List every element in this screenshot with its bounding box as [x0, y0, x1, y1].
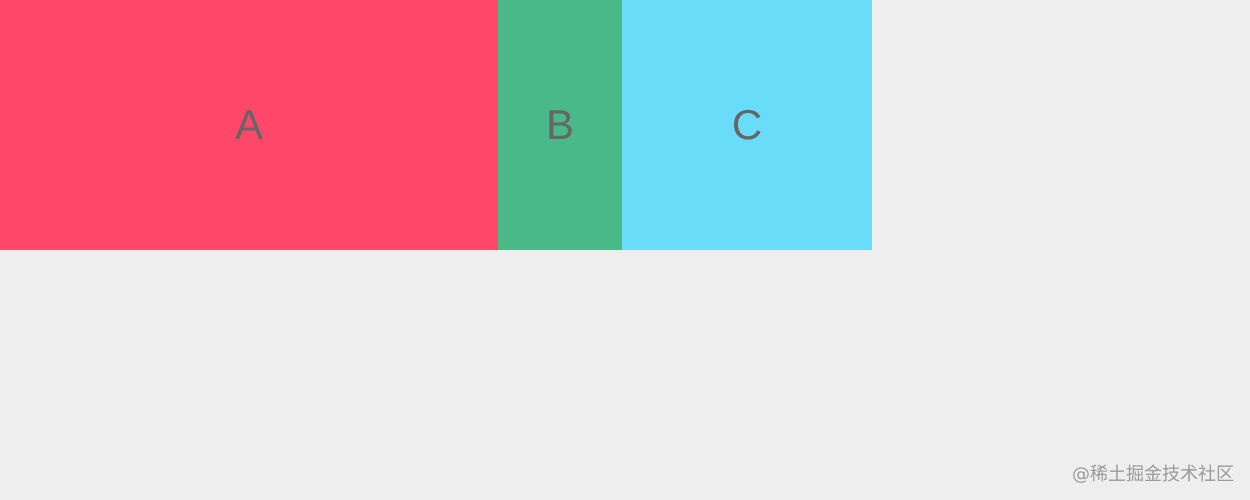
flex-container: A B C — [0, 0, 872, 250]
box-c-label: C — [731, 101, 763, 148]
box-b-label: B — [545, 101, 574, 148]
box-a-label: A — [234, 101, 263, 148]
box-a: A — [0, 0, 498, 250]
box-c: C — [622, 0, 872, 250]
watermark: @稀土掘金技术社区 — [1072, 464, 1234, 485]
box-b: B — [498, 0, 622, 250]
